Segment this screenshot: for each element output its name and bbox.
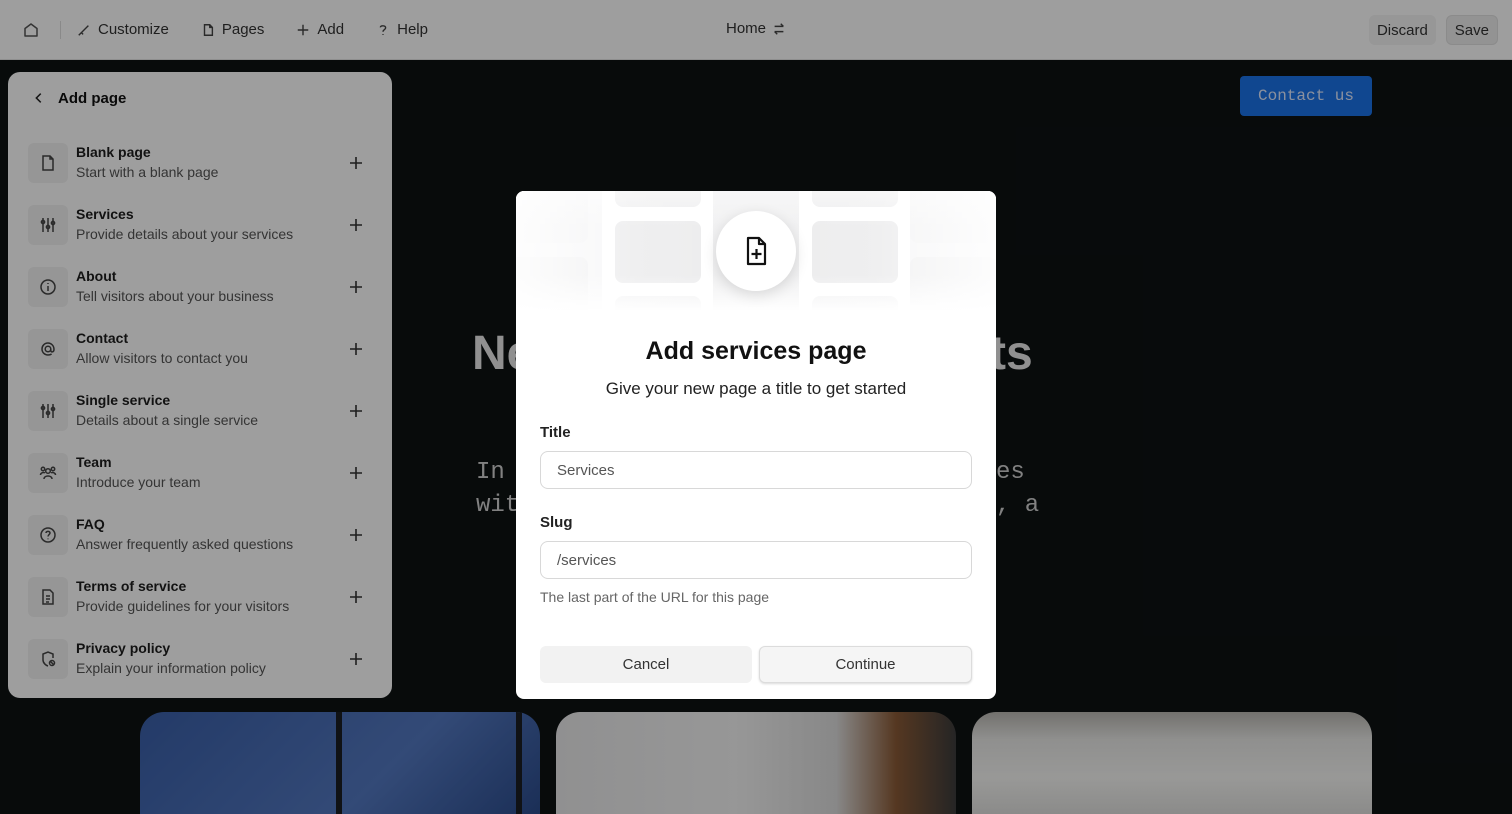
slug-label: Slug bbox=[540, 514, 573, 531]
slug-input[interactable]: /services bbox=[540, 541, 972, 579]
cancel-button[interactable]: Cancel bbox=[540, 646, 752, 683]
dialog-title: Add services page bbox=[645, 337, 867, 365]
file-plus-icon bbox=[716, 211, 796, 291]
dialog-illustration bbox=[516, 191, 996, 311]
slug-help-text: The last part of the URL for this page bbox=[540, 589, 770, 605]
continue-button[interactable]: Continue bbox=[759, 646, 972, 683]
dialog-subtitle: Give your new page a title to get starte… bbox=[605, 379, 907, 398]
add-services-page-dialog: Add services page Give your new page a t… bbox=[516, 191, 996, 699]
title-label: Title bbox=[540, 424, 571, 441]
title-input[interactable]: Services bbox=[540, 451, 972, 489]
